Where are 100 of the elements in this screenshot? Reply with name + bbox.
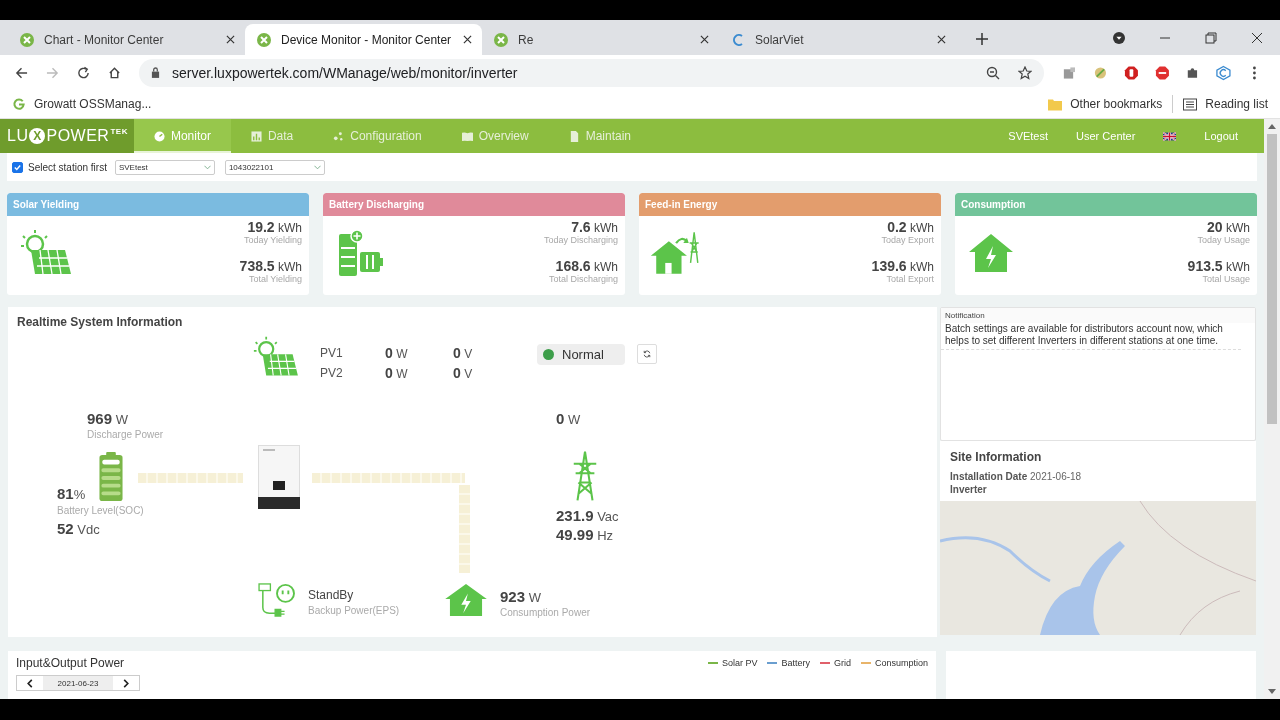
today-label: Today Yielding [242,235,302,246]
close-icon[interactable] [463,35,472,44]
browser-tab[interactable]: Chart - Monitor Center [8,24,245,55]
device-select[interactable]: 1043022101 [224,159,325,175]
zoom-out-icon[interactable] [986,65,1000,80]
dots-icon [333,130,345,142]
discharge-power-label: Discharge Power [87,429,164,440]
refresh-icon [643,350,651,358]
grid-voltage-value: 231.9 Vac [556,507,619,524]
adblock-icon[interactable] [1154,64,1170,81]
x-logo-icon [257,32,271,47]
legend-item[interactable]: Consumption [860,658,928,668]
browser-tab[interactable]: SolarViet [719,24,956,55]
legend-item[interactable]: Battery [767,658,810,668]
battery-soc-label: Battery Level(SOC) [57,505,144,516]
stop-sign-icon[interactable] [1123,64,1139,81]
today-value: 20 kWh [1206,220,1250,235]
total-label: Total Yielding [247,274,302,285]
close-icon[interactable] [1251,32,1263,44]
total-value: 913.5 kWh [1186,259,1250,274]
battery-icon [98,452,124,502]
battery-voltage-value: 52 Vdc [57,520,100,537]
card-header: Battery Discharging [323,193,625,216]
x-logo-icon [494,32,508,47]
today-label: Today Export [880,235,934,246]
inverter-label: Inverter [950,483,988,496]
pv-label: PV2 [320,366,344,380]
today-value: 19.2 kWh [246,220,302,235]
bookmarks-folder[interactable]: Other bookmarks [1048,97,1163,111]
reload-icon[interactable] [77,65,90,80]
site-info-title: Site Information [950,450,1043,464]
c-logo-icon [731,32,745,47]
plus-icon[interactable] [976,33,988,45]
station-select[interactable]: SVEtest [114,159,215,175]
home-icon[interactable] [108,65,121,80]
bar-chart-icon [250,130,262,142]
back-arrow-icon[interactable] [15,65,28,80]
select-station-checkbox[interactable]: Select station first [12,161,107,173]
today-label: Today Usage [1196,235,1250,246]
refresh-button[interactable] [637,344,657,364]
book-icon [461,130,473,142]
close-icon[interactable] [700,35,709,44]
section-title: Realtime System Information [17,315,183,329]
x-logo-icon [20,32,34,47]
c-logo-icon[interactable] [1216,64,1232,81]
browser-tab[interactable]: Device Monitor - Monitor Center [245,24,482,55]
g-logo-icon [12,97,26,111]
battery-soc-value: 81% [57,485,86,502]
gauge-icon [153,130,165,142]
pv-power: 0 W [385,345,409,361]
pv-voltage: 0 V [453,345,474,361]
eps-status: StandBy [308,588,354,602]
folder-icon [1048,97,1063,111]
total-value: 738.5 kWh [238,259,302,274]
pv-power: 0 W [385,365,409,381]
total-label: Total Discharging [547,274,618,285]
document-icon [568,130,580,142]
browser-tab[interactable]: Re [482,24,719,55]
legend-item[interactable]: Solar PV [707,658,758,668]
today-value: 0.2 kWh [886,220,934,235]
grid-frequency-value: 49.99 Hz [556,526,614,543]
close-icon[interactable] [226,35,235,44]
pv-voltage: 0 V [453,365,474,381]
notification-text: Batch settings are available for distributors account now, which helps to set different Inverters in different stations at one time. [941,323,1241,350]
eps-label: Backup Power(EPS) [308,605,400,616]
reading-list-button[interactable]: Reading list [1183,97,1268,111]
uk-flag-icon[interactable] [1163,131,1177,141]
bookmark[interactable]: Growatt OSSManag... [12,97,152,111]
scroll-up-icon[interactable] [1268,124,1276,129]
caret-icon [203,164,211,170]
checkbox[interactable] [12,161,23,173]
house-lightning-icon [443,583,489,617]
inverter-drawing [258,445,300,509]
caret-icon [313,164,321,170]
lock-icon [151,67,160,78]
installation-date: Installation Date 2021-06-18 [950,470,1083,483]
consumption-power-label: Consumption Power [500,607,591,618]
grid-power-value: 0 W [556,410,581,427]
legend-item[interactable]: Grid [819,658,851,668]
total-value: 168.6 kWh [554,259,618,274]
notification-title: Notification [941,308,1255,323]
address-bar[interactable]: server.luxpowertek.com/WManage/web/monitor/inverter [139,58,1044,87]
card-header: Feed-in Energy [639,193,941,216]
close-icon[interactable] [937,35,946,44]
status-badge: Normal [537,344,625,365]
scrollbar[interactable] [1264,119,1280,699]
pv-label: PV1 [320,346,344,360]
total-value: 139.6 kWh [870,259,934,274]
card-header: Solar Yielding [7,193,309,216]
consumption-power-value: 923 W [500,588,541,605]
dropdown-icon[interactable] [1113,32,1125,44]
total-label: Total Export [885,274,934,285]
star-icon[interactable] [1018,65,1032,80]
today-value: 7.6 kWh [570,220,618,235]
total-label: Total Usage [1201,274,1250,285]
section-title: Input&Output Power [16,656,125,670]
restore-icon[interactable] [1205,32,1217,44]
plug-socket-icon [258,583,296,617]
scroll-down-icon[interactable] [1268,689,1276,694]
discharge-power-value: 969 W [87,410,128,427]
